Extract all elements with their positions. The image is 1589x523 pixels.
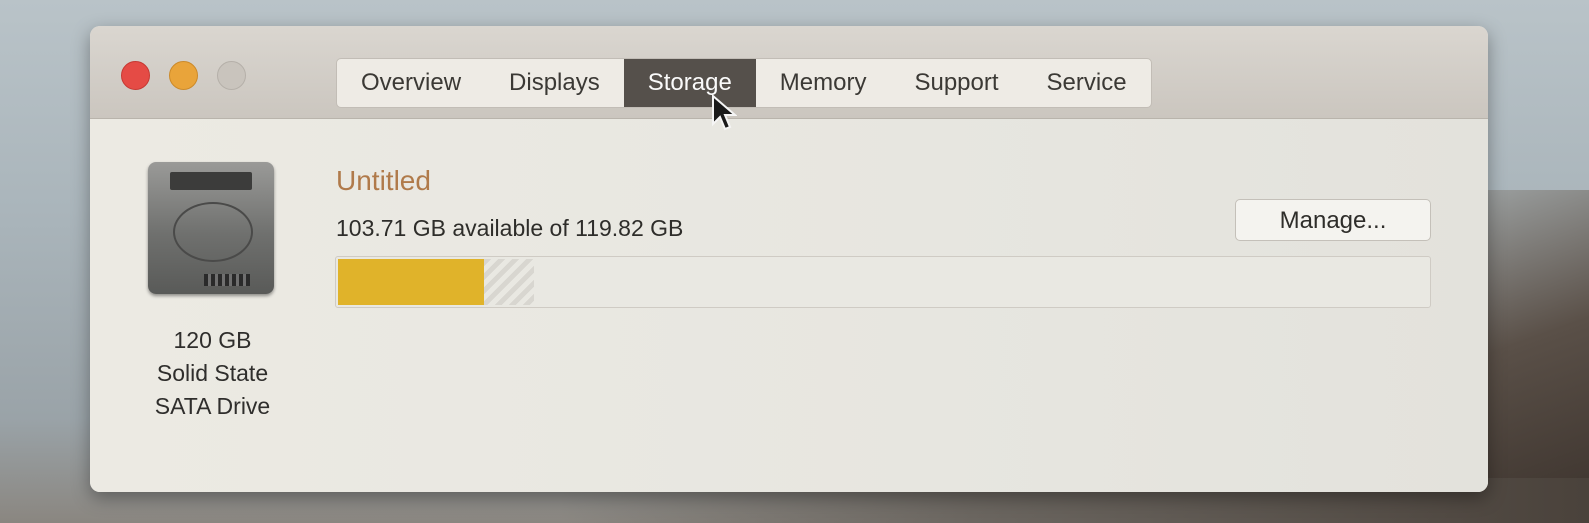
- drive-size: 120 GB: [173, 327, 252, 353]
- tab-displays[interactable]: Displays: [485, 59, 624, 107]
- drive-interface: SATA Drive: [154, 393, 271, 419]
- close-window-button[interactable]: [121, 61, 150, 90]
- mouse-cursor-icon: [712, 94, 737, 131]
- tab-memory[interactable]: Memory: [756, 59, 891, 107]
- manage-button[interactable]: Manage...: [1235, 199, 1431, 241]
- capacity-text: 103.71 GB available of 119.82 GB: [336, 215, 684, 241]
- about-this-mac-window: Overview Displays Storage Memory Support…: [90, 26, 1488, 492]
- titlebar: Overview Displays Storage Memory Support…: [90, 26, 1488, 119]
- drive-label-plate: [170, 172, 252, 190]
- desktop-background: [1479, 190, 1589, 523]
- storage-usage-bar[interactable]: [335, 256, 1431, 308]
- drive-platter: [173, 202, 253, 262]
- tab-service[interactable]: Service: [1023, 59, 1151, 107]
- drive-connector: [204, 274, 250, 286]
- storage-pane: 120 GB Solid State SATA Drive Untitled 1…: [90, 119, 1488, 492]
- drive-description: 120 GB Solid State SATA Drive: [130, 324, 295, 423]
- hard-drive-icon: [148, 162, 274, 294]
- volume-name: Untitled: [336, 165, 431, 196]
- storage-used-segment: [338, 259, 484, 305]
- tab-bar: Overview Displays Storage Memory Support…: [336, 58, 1152, 108]
- storage-purgeable-segment: [484, 259, 534, 305]
- tab-support[interactable]: Support: [890, 59, 1022, 107]
- drive-type: Solid State: [156, 360, 269, 386]
- tab-overview[interactable]: Overview: [337, 59, 485, 107]
- minimize-window-button[interactable]: [169, 61, 198, 90]
- zoom-window-button[interactable]: [217, 61, 246, 90]
